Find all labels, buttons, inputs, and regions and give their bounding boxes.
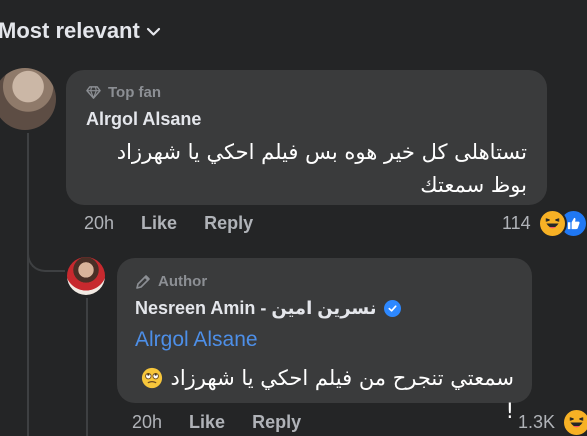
reply-button[interactable]: Reply: [204, 213, 253, 234]
reply-text-end: !: [505, 399, 514, 423]
chevron-down-icon: [146, 24, 161, 39]
badge-label: Top fan: [108, 84, 162, 101]
reply-time[interactable]: 20h: [132, 412, 162, 433]
author-badge: Author: [135, 273, 207, 290]
like-button[interactable]: Like: [141, 213, 177, 234]
comments-screen: Most relevant Top fan Alrgol Alsane تستا…: [0, 0, 587, 436]
thread-line: [27, 133, 29, 436]
laugh-reaction-icon: [562, 408, 587, 436]
reaction-summary[interactable]: 114: [502, 209, 587, 238]
reaction-summary[interactable]: 1.3K: [518, 408, 587, 436]
avatar[interactable]: [0, 68, 56, 130]
laugh-reaction-icon: [537, 209, 567, 238]
comment-actions: 20h Like Reply: [84, 213, 253, 234]
reply-author[interactable]: Nesreen Amin - نسرين امين: [135, 298, 402, 319]
reply-button[interactable]: Reply: [252, 412, 301, 433]
verified-icon: [384, 300, 402, 317]
reply-author-name: Nesreen Amin - نسرين امين: [135, 298, 377, 318]
comment-text: تستاهلى كل خير هوه بس فيلم احكي يا شهرزا…: [116, 140, 527, 197]
avatar[interactable]: [67, 257, 105, 295]
sort-dropdown[interactable]: Most relevant: [0, 18, 161, 44]
reply-connector: [27, 210, 65, 272]
reply-bubble: Author Nesreen Amin - نسرين امين Alrgol …: [117, 258, 532, 423]
badge-label: Author: [158, 273, 208, 290]
sort-label: Most relevant: [0, 18, 140, 43]
pen-icon: [135, 274, 151, 290]
diamond-icon: [86, 85, 101, 100]
reply-thread-line: [86, 298, 88, 436]
reply-text-main: سمعتي تنجرح من فيلم احكي يا شهرزاد: [170, 366, 514, 390]
mention-link[interactable]: Alrgol Alsane: [135, 328, 258, 352]
reaction-count: 1.3K: [518, 412, 556, 432]
top-fan-badge: Top fan: [86, 84, 161, 101]
eye-roll-emoji-icon: [141, 366, 163, 389]
comment-time[interactable]: 20h: [84, 213, 114, 234]
reaction-count: 114: [502, 213, 531, 233]
like-button[interactable]: Like: [189, 412, 225, 433]
comment-bubble: Top fan Alrgol Alsane تستاهلى كل خير هوه…: [66, 70, 547, 205]
reply-actions: 20h Like Reply: [132, 412, 301, 433]
comment-author[interactable]: Alrgol Alsane: [86, 109, 201, 130]
